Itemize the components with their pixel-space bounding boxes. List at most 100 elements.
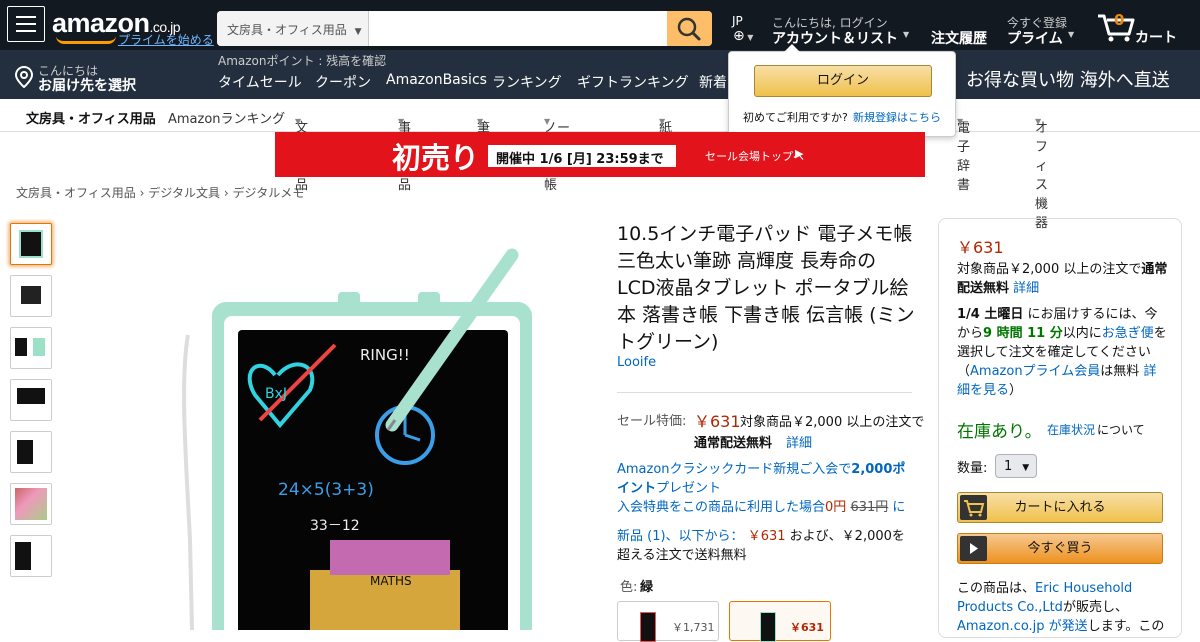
breadcrumb-item[interactable]: 文房具・オフィス用品: [16, 186, 136, 200]
orders-link[interactable]: 注文履歴: [931, 28, 987, 48]
cart-button[interactable]: 0 カート: [1096, 10, 1186, 46]
add-to-cart-button[interactable]: カートに入れる: [957, 492, 1163, 523]
caret-down-icon: ▼: [295, 117, 302, 126]
card-offer-zero: 0円: [825, 500, 847, 515]
language-label[interactable]: JP: [732, 14, 743, 28]
svg-text:33－12: 33－12: [310, 518, 360, 534]
breadcrumb-item[interactable]: デジタル文具: [148, 186, 220, 200]
prime-signup-link[interactable]: プライムを始める: [118, 31, 214, 48]
caret-down-icon: ▼: [477, 117, 484, 126]
seller-mid: が販売し、: [1062, 600, 1128, 615]
search-button[interactable]: [667, 11, 712, 46]
brand-link[interactable]: Looife: [617, 355, 656, 370]
stock-suffix: について: [1097, 423, 1145, 437]
variant-thumb: [640, 612, 656, 642]
header: amazon.co.jp プライムを始める 文房具・オフィス用品 ▼ JP ⊕ …: [0, 0, 1200, 99]
card-offer[interactable]: Amazonクラシックカード新規ご入会で2,000ポイントプレゼント 入会特典を…: [617, 460, 909, 517]
express-link[interactable]: お急ぎ便: [1102, 326, 1154, 341]
category-subnav: 文房具・オフィス用品 Amazonランキング 文具・学用品 ▼ 事務用品 ▼ 筆…: [0, 99, 1200, 231]
banner-period: 開催中 1/6 [月] 23:59まで: [496, 152, 664, 167]
globe-icon[interactable]: ⊕ ▼: [733, 28, 753, 44]
subnav-item-ranking[interactable]: Amazonランキング: [168, 108, 285, 127]
caret-down-icon: ▼: [398, 117, 405, 126]
prime-link[interactable]: プライム: [1007, 28, 1063, 48]
variant-price: ￥1,731: [672, 621, 715, 634]
register-link[interactable]: 新規登録はこちら: [853, 109, 941, 125]
caret-down-icon: ▼: [957, 117, 964, 126]
variant-option-1[interactable]: ￥1,731: [617, 601, 719, 642]
thumbnail-7[interactable]: [10, 535, 52, 577]
cart-label: カート: [1135, 30, 1177, 46]
sale-price: ￥631: [694, 412, 741, 431]
search-input[interactable]: [369, 11, 667, 46]
product-main-image[interactable]: BxJ RING!! 24×5(3+3) 33－12 MATHS: [160, 240, 570, 642]
shipping-details-link[interactable]: 詳細: [786, 432, 812, 451]
caret-down-icon: ▼: [659, 117, 666, 126]
delivery-date: 1/4 土曜日: [957, 307, 1024, 322]
thumbnail-4[interactable]: [10, 379, 52, 421]
prime-member-link[interactable]: Amazonプライム会員: [970, 364, 1100, 379]
thumbnail-3[interactable]: [10, 327, 52, 369]
svg-text:MATHS: MATHS: [370, 574, 412, 588]
buy-box: ￥631 対象商品￥2,000 以上の注文で通常配送無料 詳細 1/4 土曜日 …: [938, 218, 1182, 638]
location-pin-icon: [14, 66, 34, 88]
buybox-shipping: 対象商品￥2,000 以上の注文で通常配送無料 詳細: [957, 260, 1169, 298]
card-offer-text2: 入会特典をこの商品に利用した場合: [617, 500, 826, 515]
express-prefix: 以内に: [1062, 326, 1102, 341]
nav-link-gift-ranking[interactable]: ギフトランキング: [577, 72, 689, 92]
deliver-to-button[interactable]: こんにちは お届け先を選択: [14, 61, 154, 95]
card-offer-present: プレゼント: [656, 481, 722, 496]
stock-status-link[interactable]: 在庫状況: [1047, 421, 1095, 438]
new-customer-text: 初めてご利用ですか?: [743, 111, 848, 124]
cart-count: 0: [1114, 11, 1125, 29]
color-label: 色:: [620, 580, 638, 595]
caret-down-icon: ▼: [354, 27, 362, 37]
card-offer-strike: 631円: [850, 500, 889, 515]
lcd-tablet-image: BxJ RING!! 24×5(3+3) 33－12 MATHS: [182, 248, 532, 642]
signin-popover: ログイン 初めてご利用ですか? 新規登録はこちら: [728, 44, 956, 137]
quantity-value: 1: [1004, 459, 1013, 474]
search-category-label: 文房具・オフィス用品: [227, 23, 347, 37]
banner-link: セール会場トップへ: [705, 150, 804, 163]
quantity-select[interactable]: 1 ▼: [995, 454, 1037, 478]
ships-link[interactable]: Amazon.co.jp が発送: [957, 619, 1088, 634]
variant-price: ￥631: [790, 621, 824, 634]
menu-icon[interactable]: [7, 6, 45, 42]
subnav-item-stationery[interactable]: 文房具・オフィス用品: [26, 108, 156, 127]
sale-banner[interactable]: 初売り 開催中 1/6 [月] 23:59まで セール会場トップへ ▶: [275, 132, 925, 177]
variant-option-2-selected[interactable]: ￥631: [729, 601, 831, 642]
new-offers-link[interactable]: 新品 (1)、以下から：: [617, 529, 744, 544]
buybox-delivery: 1/4 土曜日 にお届けするには、今から9 時間 11 分以内にお急ぎ便を選択し…: [957, 305, 1169, 400]
nav-link-ranking[interactable]: ランキング: [492, 72, 562, 92]
login-button[interactable]: ログイン: [754, 65, 932, 97]
breadcrumb-item[interactable]: デジタルメモ: [232, 186, 304, 200]
buy-now-button[interactable]: 今すぐ買う: [957, 533, 1163, 564]
new-offers: 新品 (1)、以下から： ￥631 および、￥2,000を超える注文で送料無料: [617, 527, 909, 565]
nav-link-coupon[interactable]: クーポン: [315, 72, 371, 92]
thumbnail-6[interactable]: [10, 483, 52, 525]
buybox-ship-details[interactable]: 詳細: [1013, 281, 1039, 296]
product-title: 10.5インチ電子パッド 電子メモ帳 三色太い筆跡 高輝度 長寿命の LCD液晶…: [617, 223, 915, 353]
chevron-right-icon: ▶: [795, 147, 804, 160]
buy-now-label: 今すぐ買う: [1027, 541, 1093, 556]
subnav-label: 電子辞書: [957, 121, 971, 193]
nav-link-new[interactable]: 新着: [699, 72, 727, 92]
nav-link-timesale[interactable]: タイムセール: [218, 72, 302, 92]
add-to-cart-label: カートに入れる: [1014, 500, 1106, 515]
search-category-select[interactable]: 文房具・オフィス用品 ▼: [217, 11, 369, 46]
nav-link-basics[interactable]: AmazonBasics: [386, 72, 487, 88]
quantity-label: 数量:: [957, 461, 988, 476]
new-offers-price: ￥631: [747, 529, 786, 544]
shipping-note: 対象商品￥2,000 以上の注文で: [740, 415, 925, 430]
promo-link[interactable]: お得な買い物 海外へ直送: [966, 66, 1170, 92]
search-bar: 文房具・オフィス用品 ▼: [217, 11, 712, 46]
points-link[interactable]: Amazonポイント : 残高を確認: [218, 52, 386, 69]
caret-down-icon: ▼: [1022, 463, 1030, 473]
logo-smile-icon: [56, 36, 116, 44]
thumbnail-2[interactable]: [10, 275, 52, 317]
thumbnail-5[interactable]: [10, 431, 52, 473]
svg-text:BxJ: BxJ: [265, 386, 287, 402]
more-suffix: ）: [1009, 383, 1023, 398]
thumbnail-1[interactable]: [10, 223, 52, 265]
banner-title: 初売り: [392, 141, 480, 175]
